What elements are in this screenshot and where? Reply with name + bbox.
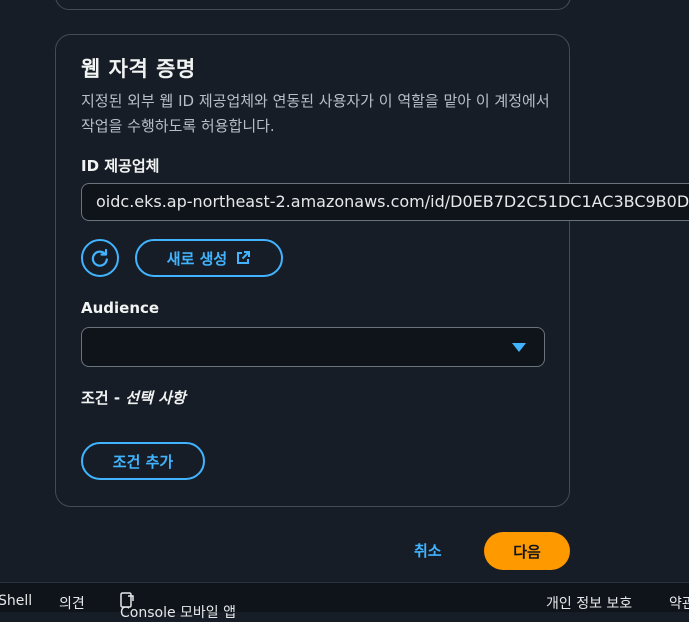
external-link-icon [237, 251, 251, 264]
refresh-icon [91, 248, 108, 267]
footer-console-mobile-link[interactable]: Console 모바일 앱 [120, 592, 236, 621]
identity-provider-label: ID 제공업체 [81, 157, 160, 175]
footer-terms-link[interactable]: 약관 [669, 593, 689, 613]
optional-label: 선택 사항 [125, 389, 186, 407]
footer-feedback-link[interactable]: 의견 [59, 593, 85, 613]
create-new-button[interactable]: 새로 생성 [135, 239, 283, 277]
footer-cloudshell-link[interactable]: Shell [0, 593, 32, 609]
previous-card [55, 0, 571, 10]
create-new-label: 새로 생성 [166, 249, 228, 268]
next-button[interactable]: 다음 [484, 532, 570, 570]
refresh-button[interactable] [81, 239, 119, 277]
section-title: 웹 자격 증명 [81, 57, 196, 81]
add-condition-button[interactable]: 조건 추가 [81, 442, 205, 480]
section-description: 지정된 외부 웹 ID 제공업체와 연동된 사용자가 이 역할을 맡아 이 계정… [81, 92, 550, 135]
footer-bar: Shell 의견 Console 모바일 앱 개인 정보 보호 약관 [0, 582, 689, 621]
caret-down-icon [512, 343, 526, 352]
conditions-label: 조건 - 선택 사항 [81, 389, 186, 407]
identity-provider-input[interactable]: oidc.eks.ap-northeast-2.amazonaws.com/id… [81, 183, 689, 221]
cancel-button[interactable]: 취소 [414, 540, 442, 561]
audience-select[interactable] [81, 327, 545, 367]
footer-privacy-link[interactable]: 개인 정보 보호 [546, 593, 632, 613]
audience-label: Audience [81, 299, 160, 317]
console-mobile-label: Console 모바일 앱 [120, 605, 236, 621]
web-identity-card: 웹 자격 증명 지정된 외부 웹 ID 제공업체와 연동된 사용자가 이 역할을… [55, 34, 689, 507]
